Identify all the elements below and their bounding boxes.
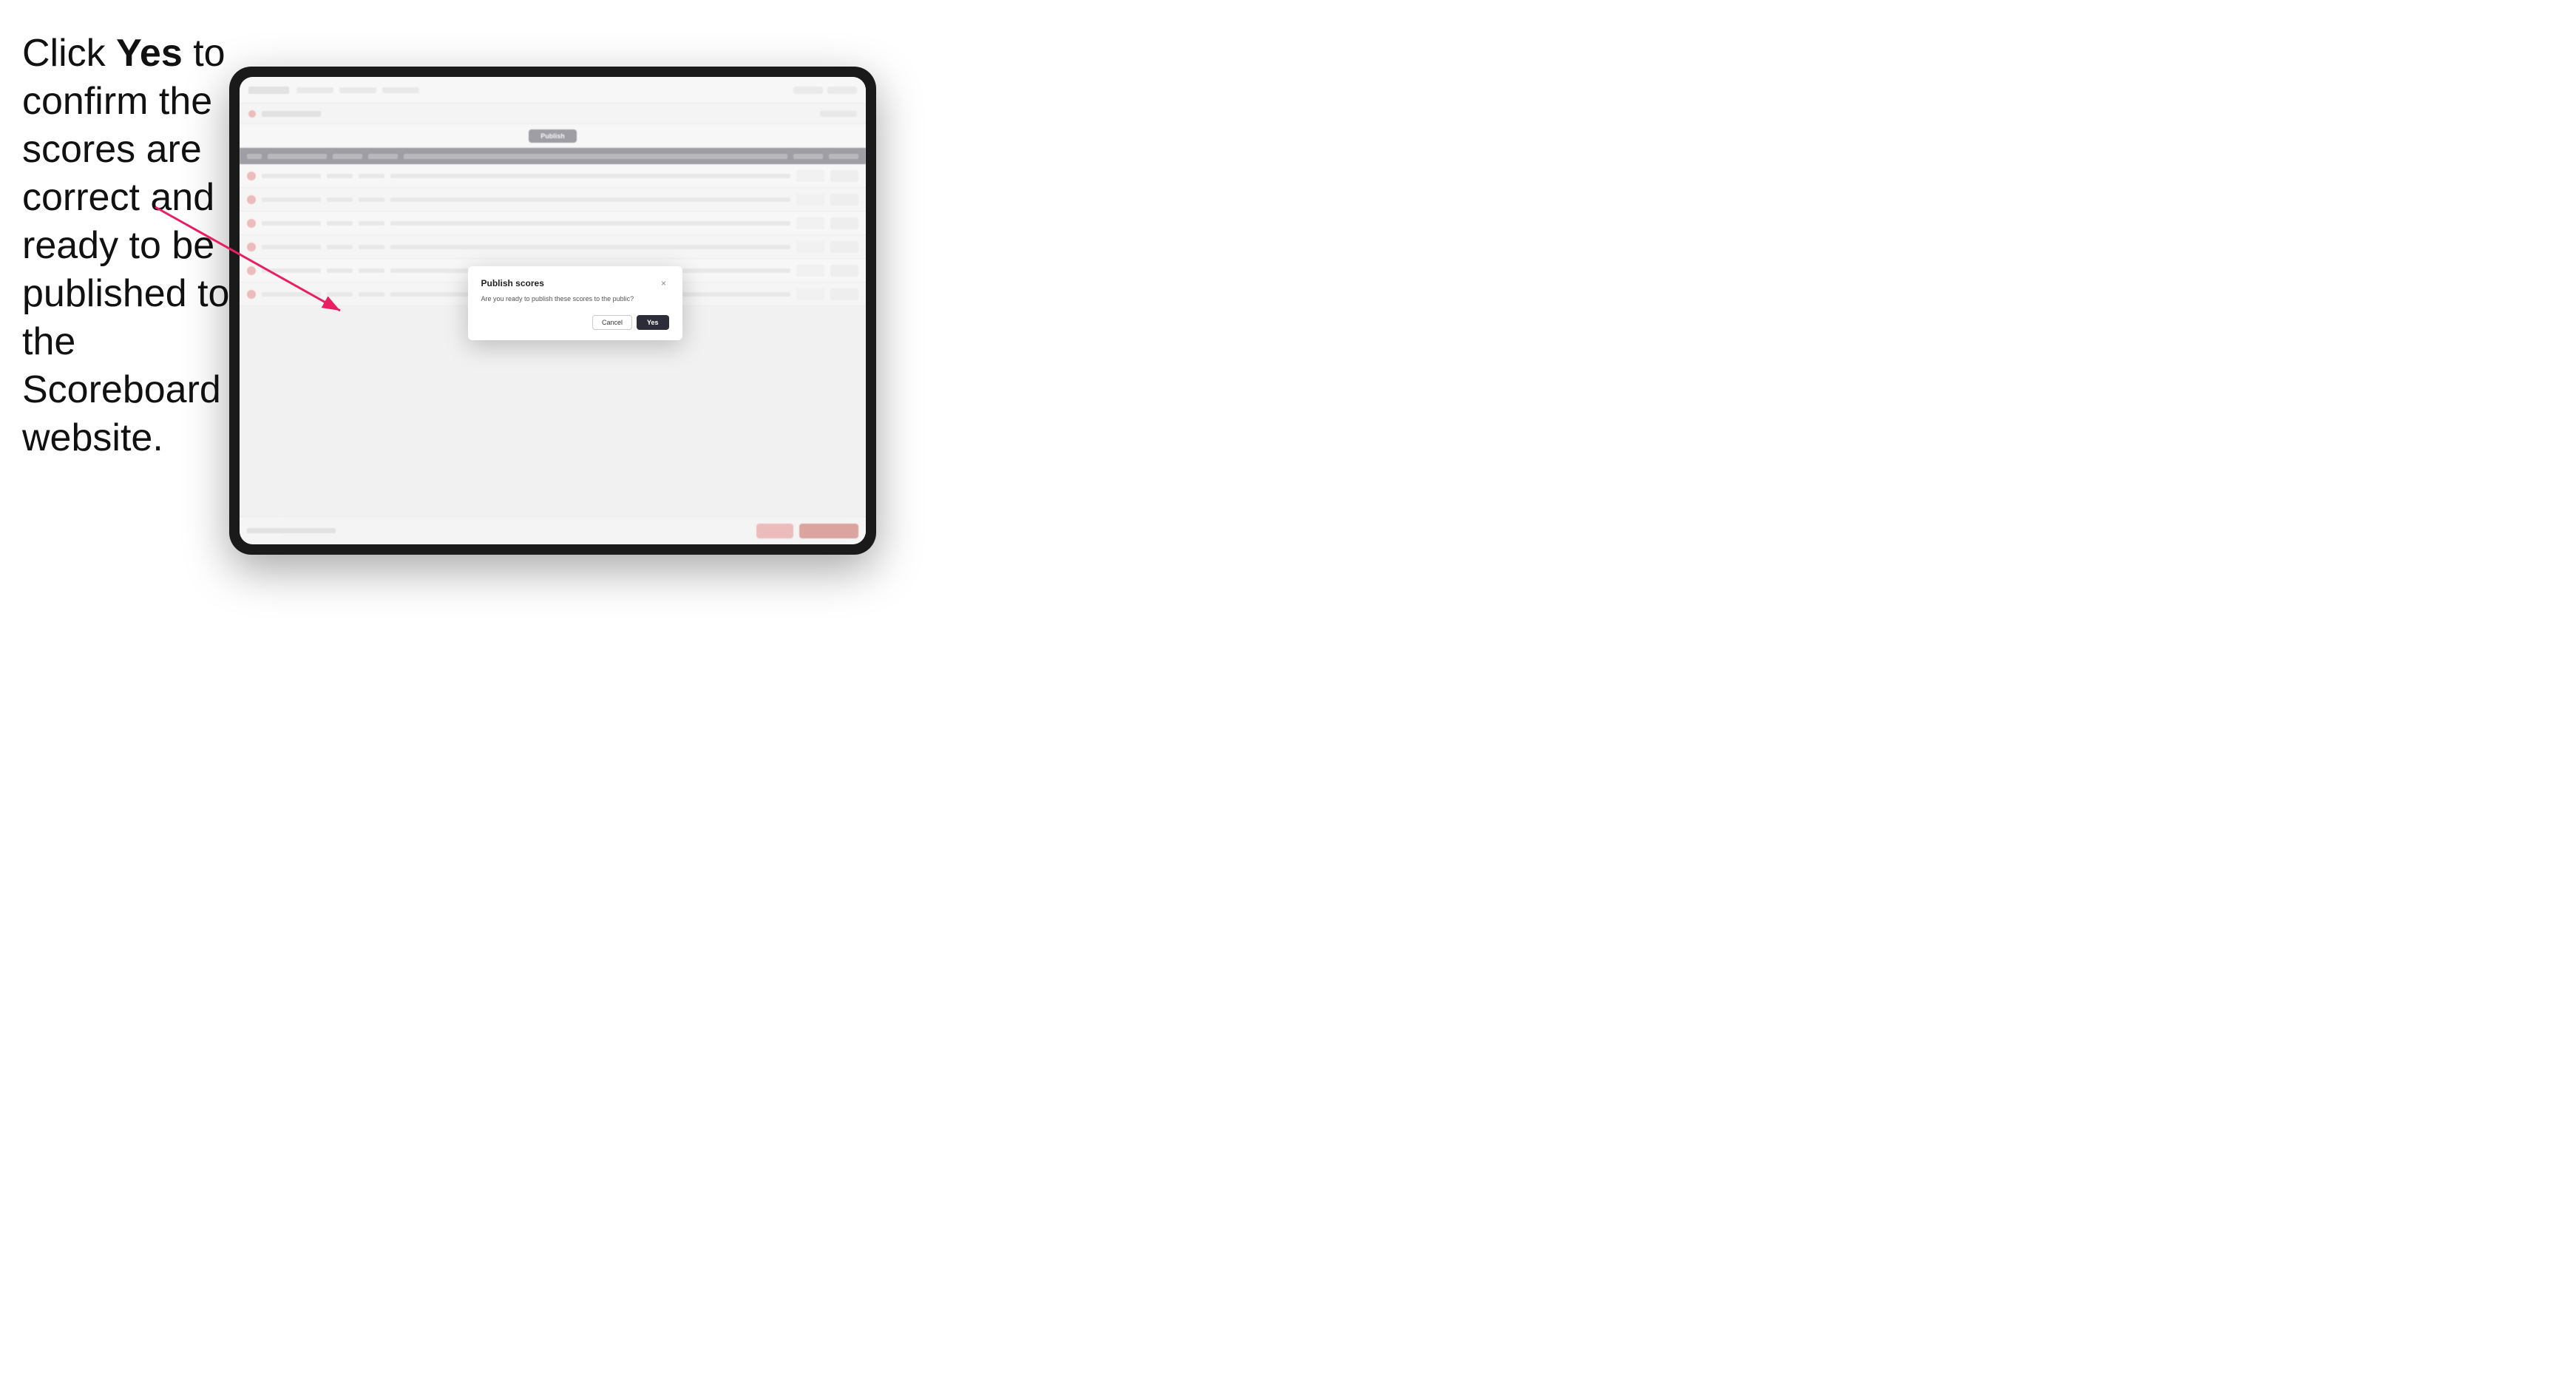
tablet-screen: Publish xyxy=(240,77,866,544)
instruction-prefix: Click xyxy=(22,32,116,75)
modal-header: Publish scores × xyxy=(481,278,669,288)
cancel-button[interactable]: Cancel xyxy=(592,315,632,330)
close-icon[interactable]: × xyxy=(659,278,669,288)
instruction-suffix: to confirm the scores are correct and re… xyxy=(22,32,229,459)
yes-button[interactable]: Yes xyxy=(637,315,669,330)
modal-footer: Cancel Yes xyxy=(481,315,669,330)
publish-scores-dialog: Publish scores × Are you ready to publis… xyxy=(468,266,682,340)
instruction-text: Click Yes to confirm the scores are corr… xyxy=(22,30,237,462)
tablet-device: Publish xyxy=(229,67,876,555)
modal-overlay: Publish scores × Are you ready to publis… xyxy=(240,77,866,544)
modal-body-text: Are you ready to publish these scores to… xyxy=(481,294,669,305)
modal-title: Publish scores xyxy=(481,278,544,288)
instruction-bold: Yes xyxy=(116,32,183,75)
